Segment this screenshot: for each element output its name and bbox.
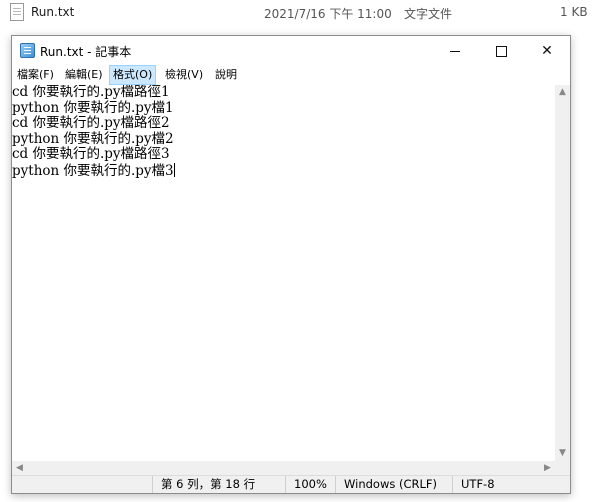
explorer-file-type: 文字文件 [404, 7, 453, 21]
menu-edit[interactable]: 編輯(E) [62, 66, 106, 84]
scroll-down-icon[interactable]: ▼ [555, 446, 570, 461]
window-title: Run.txt - 記事本 [40, 45, 132, 59]
menu-bar: 檔案(F) 編輯(E) 格式(O) 檢視(V) 說明 [12, 65, 570, 85]
menu-format[interactable]: 格式(O) [109, 65, 157, 85]
explorer-file-modified: 2021/7/16 下午 11:00 [264, 7, 392, 21]
editor-line-current: python 你要執行的.py檔3 [12, 162, 555, 179]
vertical-scrollbar[interactable]: ▲ ▼ [555, 85, 570, 461]
close-icon: ✕ [541, 43, 553, 59]
menu-file[interactable]: 檔案(F) [14, 66, 57, 84]
text-editor[interactable]: cd 你要執行的.py檔路徑1 python 你要執行的.py檔1 cd 你要執… [12, 85, 555, 461]
title-bar[interactable]: Run.txt - 記事本 ✕ [12, 36, 570, 66]
minimize-icon [450, 50, 460, 52]
editor-line: python 你要執行的.py檔1 [12, 99, 174, 116]
horizontal-scrollbar[interactable]: ◀ ▶ [12, 461, 555, 475]
text-file-icon [10, 3, 24, 21]
editor-line-text: python 你要執行的.py檔3 [12, 162, 174, 179]
scroll-right-icon[interactable]: ▶ [540, 461, 555, 475]
scrollbar-corner [555, 461, 570, 475]
menu-help[interactable]: 說明 [212, 66, 240, 84]
status-cursor-position: 第 6 列，第 18 行 [152, 476, 285, 493]
status-bar: 第 6 列，第 18 行 100% Windows (CRLF) UTF-8 [12, 475, 570, 493]
notepad-window: Run.txt - 記事本 ✕ 檔案(F) 編輯(E) 格式(O) 檢視(V) … [11, 35, 571, 494]
scroll-left-icon[interactable]: ◀ [12, 461, 27, 475]
editor-line: cd 你要執行的.py檔路徑1 [12, 85, 170, 100]
maximize-button[interactable] [478, 36, 524, 66]
editor-line: cd 你要執行的.py檔路徑2 [12, 115, 170, 131]
minimize-button[interactable] [432, 36, 478, 66]
editor-line: python 你要執行的.py檔2 [12, 130, 174, 147]
close-button[interactable]: ✕ [524, 36, 570, 66]
menu-view[interactable]: 檢視(V) [162, 66, 206, 84]
explorer-file-name: Run.txt [31, 5, 75, 19]
status-encoding: UTF-8 [452, 476, 570, 493]
explorer-file-row[interactable]: Run.txt 2021/7/16 下午 11:00 文字文件 1 KB [0, 0, 600, 26]
status-line-ending: Windows (CRLF) [335, 476, 452, 493]
maximize-icon [495, 45, 507, 57]
scroll-up-icon[interactable]: ▲ [555, 85, 570, 100]
editor-line: cd 你要執行的.py檔路徑3 [12, 146, 170, 162]
text-caret [173, 162, 175, 177]
explorer-file-size: 1 KB [560, 5, 588, 19]
notepad-app-icon[interactable] [20, 43, 35, 58]
status-zoom: 100% [285, 476, 335, 493]
